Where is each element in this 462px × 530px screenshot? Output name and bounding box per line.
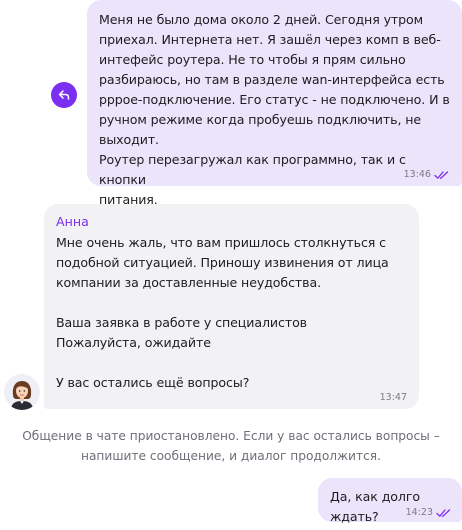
user-message: Меня не было дома около 2 дней. Сегодня … <box>87 0 462 207</box>
message-text: Меня не было дома около 2 дней. Сегодня … <box>99 12 450 207</box>
double-check-icon <box>434 170 449 179</box>
double-check-icon <box>436 508 451 517</box>
message-time: 13:46 <box>403 169 431 180</box>
message-meta: 13:47 <box>380 392 407 403</box>
message-meta: 14:23 <box>406 507 452 518</box>
message-time: 14:23 <box>405 507 433 518</box>
message-text: Мне очень жаль, что вам пришлось столкну… <box>56 235 389 390</box>
agent-avatar <box>4 374 40 410</box>
share-button[interactable] <box>51 82 77 108</box>
share-reply-icon <box>58 90 70 100</box>
message-meta: 13:46 <box>404 169 450 180</box>
user-message: Да, как долго ждать? 14:23 <box>318 478 462 524</box>
agent-message: Анна Мне очень жаль, что вам пришлось ст… <box>44 204 419 409</box>
author-name: Анна <box>56 214 89 229</box>
message-time: 13:47 <box>379 392 407 403</box>
chat-paused-notice: Общение в чате приостановлено. Если у ва… <box>22 429 440 463</box>
